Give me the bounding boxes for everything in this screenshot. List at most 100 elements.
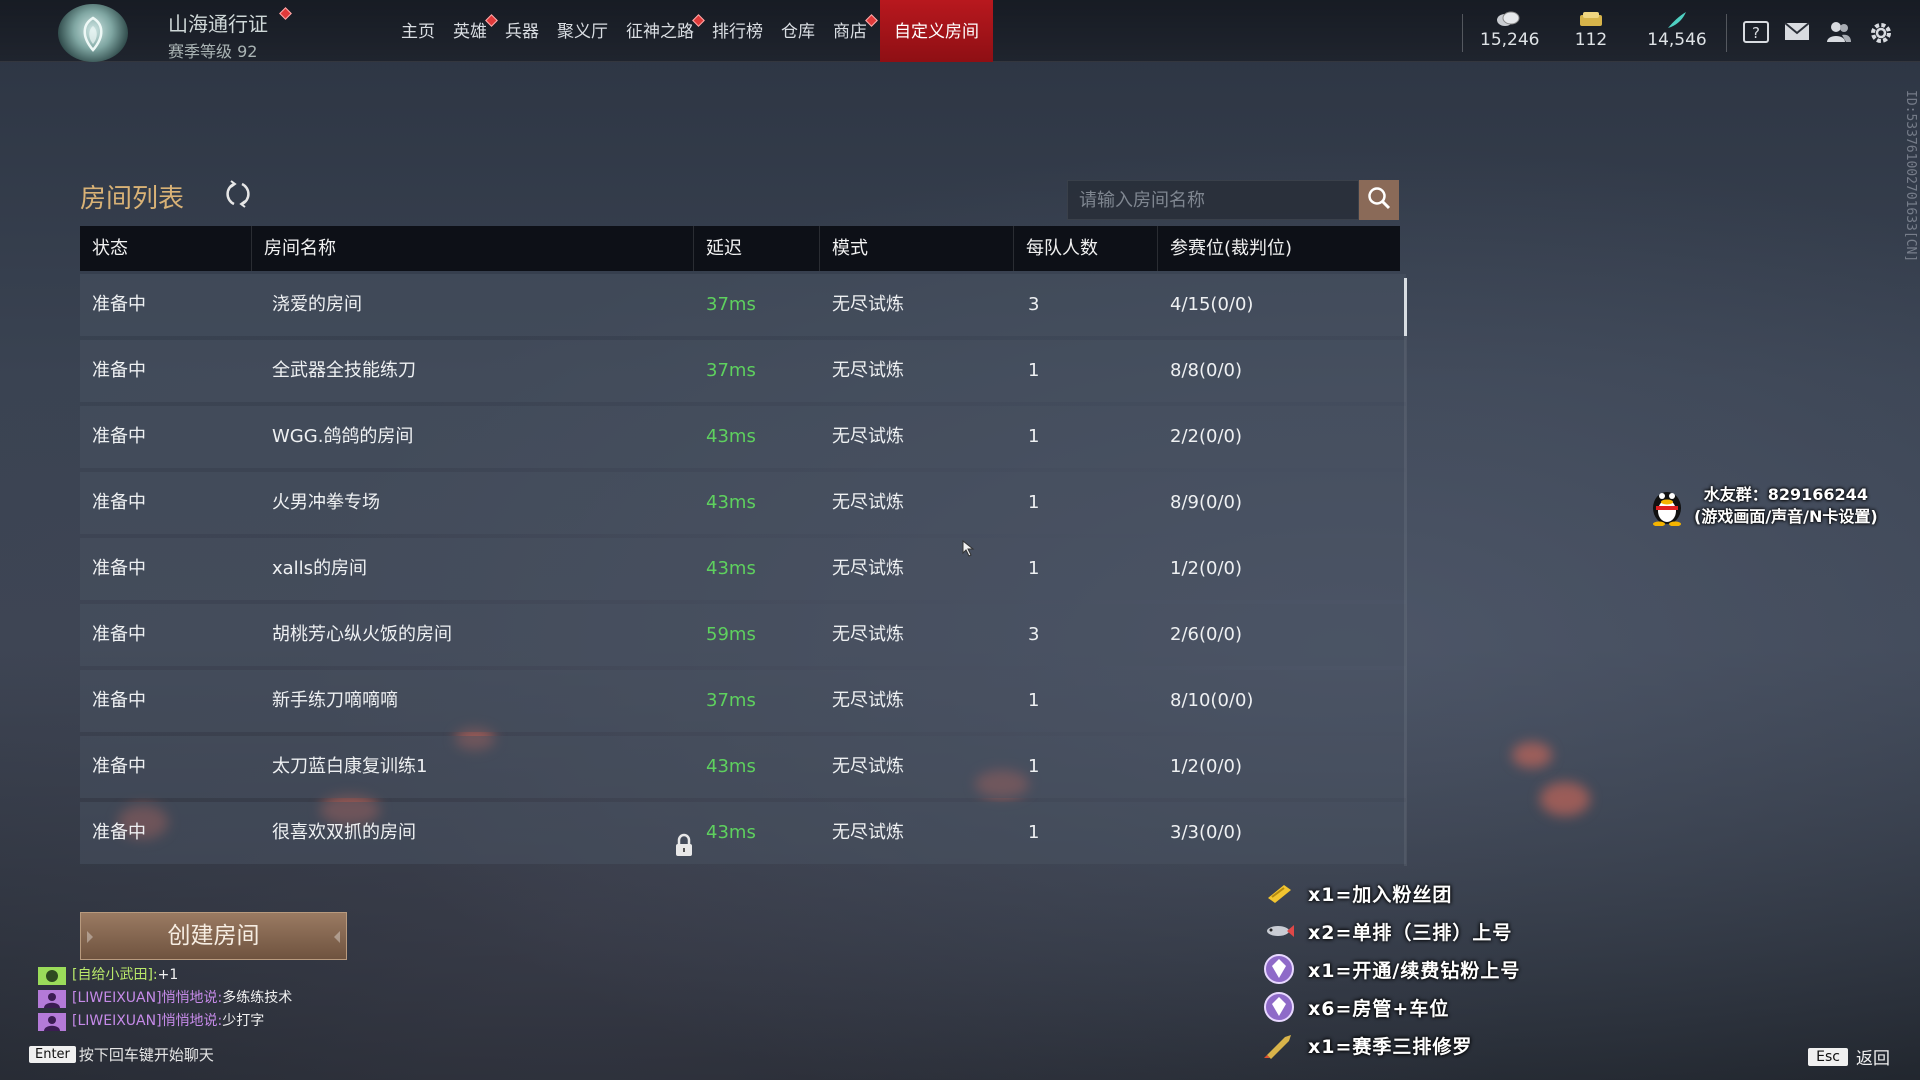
nav-leaderboard[interactable]: 排行榜 — [703, 0, 772, 62]
create-room-button[interactable]: 创建房间 — [80, 912, 347, 960]
perk-item: x2=单排（三排）上号 — [1262, 912, 1520, 950]
room-mode: 无尽试炼 — [832, 690, 904, 711]
nav-conquest-road[interactable]: 征神之路 — [617, 0, 705, 62]
column-header-name[interactable]: 房间名称 — [252, 226, 694, 271]
season-pass-title[interactable]: 山海通行证 — [168, 8, 268, 37]
avatar-icon — [38, 989, 66, 1008]
season-level: 赛季等级 92 — [168, 42, 258, 61]
table-row[interactable]: 准备中 很喜欢双抓的房间 43ms 无尽试炼 1 3/3(0/0) — [80, 802, 1406, 864]
fish-icon — [1262, 916, 1296, 946]
nav-weapons[interactable]: 兵器 — [496, 0, 548, 62]
chat-message: 多练练技术 — [222, 990, 293, 1006]
search-button[interactable] — [1359, 180, 1399, 220]
room-name: WGG.鸽鸽的房间 — [272, 426, 414, 447]
nav-home[interactable]: 主页 — [392, 0, 444, 62]
room-slots: 2/2(0/0) — [1170, 426, 1242, 447]
player-id-text: ID:533761002701633[CN] — [1903, 90, 1918, 263]
table-row[interactable]: 准备中 太刀蓝白康复训练1 43ms 无尽试炼 1 1/2(0/0) — [80, 736, 1406, 798]
table-row[interactable]: 准备中 火男冲拳专场 43ms 无尽试炼 1 8/9(0/0) — [80, 472, 1406, 534]
currency-tickets[interactable]: 112 — [1566, 10, 1616, 50]
search-icon — [1366, 185, 1392, 215]
chat-line: [自给小武田]: +1 — [38, 964, 292, 987]
mail-icon[interactable] — [1784, 20, 1810, 44]
table-row[interactable]: 准备中 全武器全技能练刀 37ms 无尽试炼 1 8/8(0/0) — [80, 340, 1406, 402]
nav-label: 主页 — [401, 22, 435, 42]
nav-label: 仓库 — [781, 22, 815, 42]
column-header-team-size[interactable]: 每队人数 — [1014, 226, 1158, 271]
notification-badge-icon — [279, 7, 292, 20]
room-team-size: 1 — [1028, 360, 1040, 381]
chat-sender[interactable]: [LIWEIXUAN]悄悄地说: — [72, 1010, 222, 1033]
table-row[interactable]: 准备中 xalls的房间 43ms 无尽试炼 1 1/2(0/0) — [80, 538, 1406, 600]
divider — [1462, 14, 1463, 52]
perk-text: x1=赛季三排修罗 — [1308, 1035, 1473, 1058]
room-ping: 43ms — [706, 492, 756, 513]
nav-hall[interactable]: 聚义厅 — [548, 0, 617, 62]
room-slots: 8/8(0/0) — [1170, 360, 1242, 381]
room-ping: 43ms — [706, 822, 756, 843]
rocket-icon — [1262, 1030, 1296, 1060]
room-ping: 43ms — [706, 558, 756, 579]
chat-sender[interactable]: [自给小武田]: — [72, 964, 158, 987]
chat-sender[interactable]: [LIWEIXUAN]悄悄地说: — [72, 987, 222, 1010]
room-slots: 8/10(0/0) — [1170, 690, 1254, 711]
room-search-field[interactable] — [1067, 180, 1359, 220]
perk-item: x1=加入粉丝团 — [1262, 874, 1520, 912]
room-team-size: 3 — [1028, 624, 1040, 645]
room-mode: 无尽试炼 — [832, 294, 904, 315]
nav-label: 聚义厅 — [557, 22, 608, 42]
chat-message: +1 — [157, 967, 179, 983]
perk-item: x1=开通/续费钻粉上号 — [1262, 950, 1520, 988]
nav-warehouse[interactable]: 仓库 — [772, 0, 824, 62]
room-mode: 无尽试炼 — [832, 492, 904, 513]
room-ping: 37ms — [706, 690, 756, 711]
season-pass-emblem-icon[interactable] — [58, 4, 128, 62]
room-status: 准备中 — [92, 426, 146, 447]
room-team-size: 1 — [1028, 822, 1040, 843]
qq-group-overlay: 水友群：829166244 (游戏画面/声音/N卡设置) — [1648, 482, 1878, 530]
settings-icon[interactable] — [1868, 20, 1894, 44]
nav-custom-room[interactable]: 自定义房间 — [880, 0, 993, 62]
table-row[interactable]: 准备中 WGG.鸽鸽的房间 43ms 无尽试炼 1 2/2(0/0) — [80, 406, 1406, 468]
room-slots: 1/2(0/0) — [1170, 756, 1242, 777]
back-button[interactable]: Esc 返回 — [1808, 1044, 1890, 1069]
nav-label: 商店 — [833, 22, 867, 42]
table-row[interactable]: 准备中 胡桃芳心纵火饭的房间 59ms 无尽试炼 3 2/6(0/0) — [80, 604, 1406, 666]
currency-coins[interactable]: 15,246 — [1480, 10, 1539, 50]
room-slots: 8/9(0/0) — [1170, 492, 1242, 513]
nav-heroes[interactable]: 英雄 — [444, 0, 498, 62]
room-team-size: 3 — [1028, 294, 1040, 315]
room-team-size: 1 — [1028, 690, 1040, 711]
room-ping: 43ms — [706, 756, 756, 777]
room-ping: 37ms — [706, 360, 756, 381]
room-mode: 无尽试炼 — [832, 426, 904, 447]
column-header-ping[interactable]: 延迟 — [694, 226, 820, 271]
room-name: 浇爱的房间 — [272, 294, 362, 315]
table-row[interactable]: 准备中 新手练刀嘀嘀嘀 37ms 无尽试炼 1 8/10(0/0) — [80, 670, 1406, 732]
nav-label: 自定义房间 — [894, 22, 979, 42]
room-name: 火男冲拳专场 — [272, 492, 380, 513]
notification-badge-icon — [865, 14, 878, 27]
column-header-status[interactable]: 状态 — [80, 226, 252, 271]
scrollbar-thumb[interactable] — [1404, 278, 1407, 336]
qq-group-number: 水友群：829166244 — [1703, 485, 1868, 504]
friends-icon[interactable] — [1826, 20, 1852, 44]
feather-icon — [1646, 10, 1708, 30]
column-header-slots[interactable]: 参赛位(裁判位) — [1158, 226, 1400, 271]
room-search-input[interactable] — [1068, 181, 1358, 219]
currency-feathers[interactable]: 14,546 — [1646, 10, 1708, 50]
refresh-icon[interactable] — [222, 178, 254, 210]
lock-icon — [674, 821, 694, 856]
room-slots: 1/2(0/0) — [1170, 558, 1242, 579]
column-header-mode[interactable]: 模式 — [820, 226, 1014, 271]
perk-text: x1=加入粉丝团 — [1308, 883, 1453, 906]
room-list: 准备中 浇爱的房间 37ms 无尽试炼 3 4/15(0/0) 准备中 全武器全技能练刀 37m… — [80, 274, 1406, 868]
room-status: 准备中 — [92, 624, 146, 645]
qq-penguin-icon — [1648, 482, 1686, 530]
room-name: 太刀蓝白康复训练1 — [272, 756, 428, 777]
chat-hint[interactable]: Enter 按下回车键开始聊天 — [29, 1044, 214, 1065]
help-icon[interactable]: ? — [1742, 20, 1769, 44]
table-row[interactable]: 准备中 浇爱的房间 37ms 无尽试炼 3 4/15(0/0) — [80, 274, 1406, 336]
scrollbar-track[interactable] — [1404, 278, 1407, 866]
nav-shop[interactable]: 商店 — [824, 0, 878, 62]
